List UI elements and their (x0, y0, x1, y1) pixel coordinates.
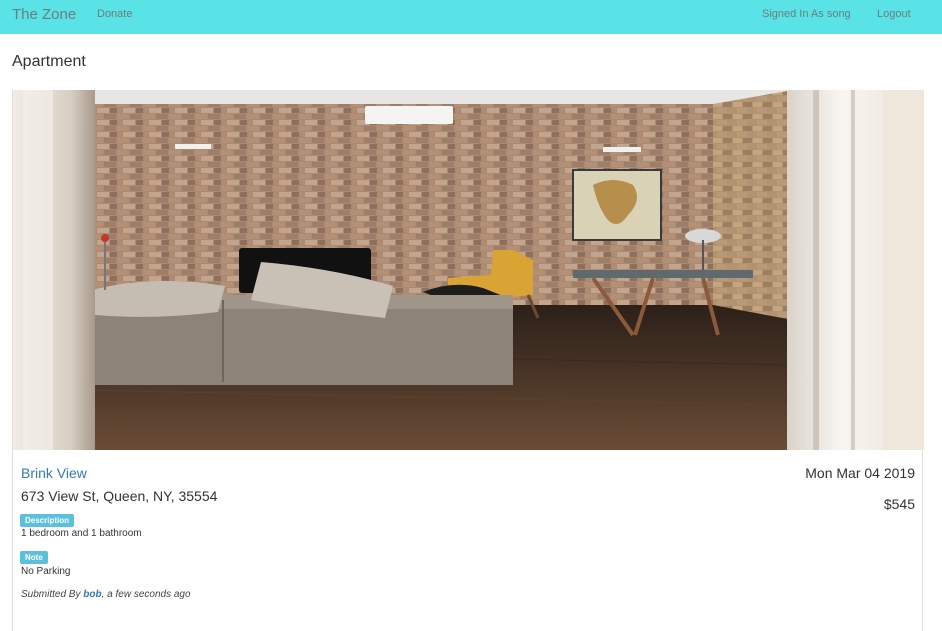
listing-price: $545 (883, 496, 915, 512)
description-text: 1 bedroom and 1 bathroom (21, 528, 142, 539)
navbar: The Zone Donate Signed In As song Logout (0, 0, 942, 34)
note-text: No Parking (21, 566, 71, 577)
submitted-by: Submitted By bob, a few seconds ago (21, 589, 191, 600)
apartment-photo (13, 90, 924, 450)
logout-link[interactable]: Logout (877, 8, 911, 20)
page-title: Apartment (12, 53, 86, 70)
donate-link[interactable]: Donate (97, 8, 132, 20)
description-badge: Description (20, 514, 75, 527)
submitter-link[interactable]: bob (83, 589, 101, 600)
listing-card: Brink View Mon Mar 04 2019 673 View St, … (12, 90, 924, 631)
submitted-prefix: Submitted By (21, 589, 81, 600)
listing-date: Mon Mar 04 2019 (805, 465, 915, 481)
signed-in-link[interactable]: Signed In As song (762, 8, 851, 20)
submitted-suffix: , a few seconds ago (101, 589, 191, 600)
note-badge: Note (20, 551, 48, 564)
listing-address: 673 View St, Queen, NY, 35554 (21, 488, 218, 504)
brand-link[interactable]: The Zone (12, 6, 76, 23)
listing-title-link[interactable]: Brink View (21, 465, 87, 481)
